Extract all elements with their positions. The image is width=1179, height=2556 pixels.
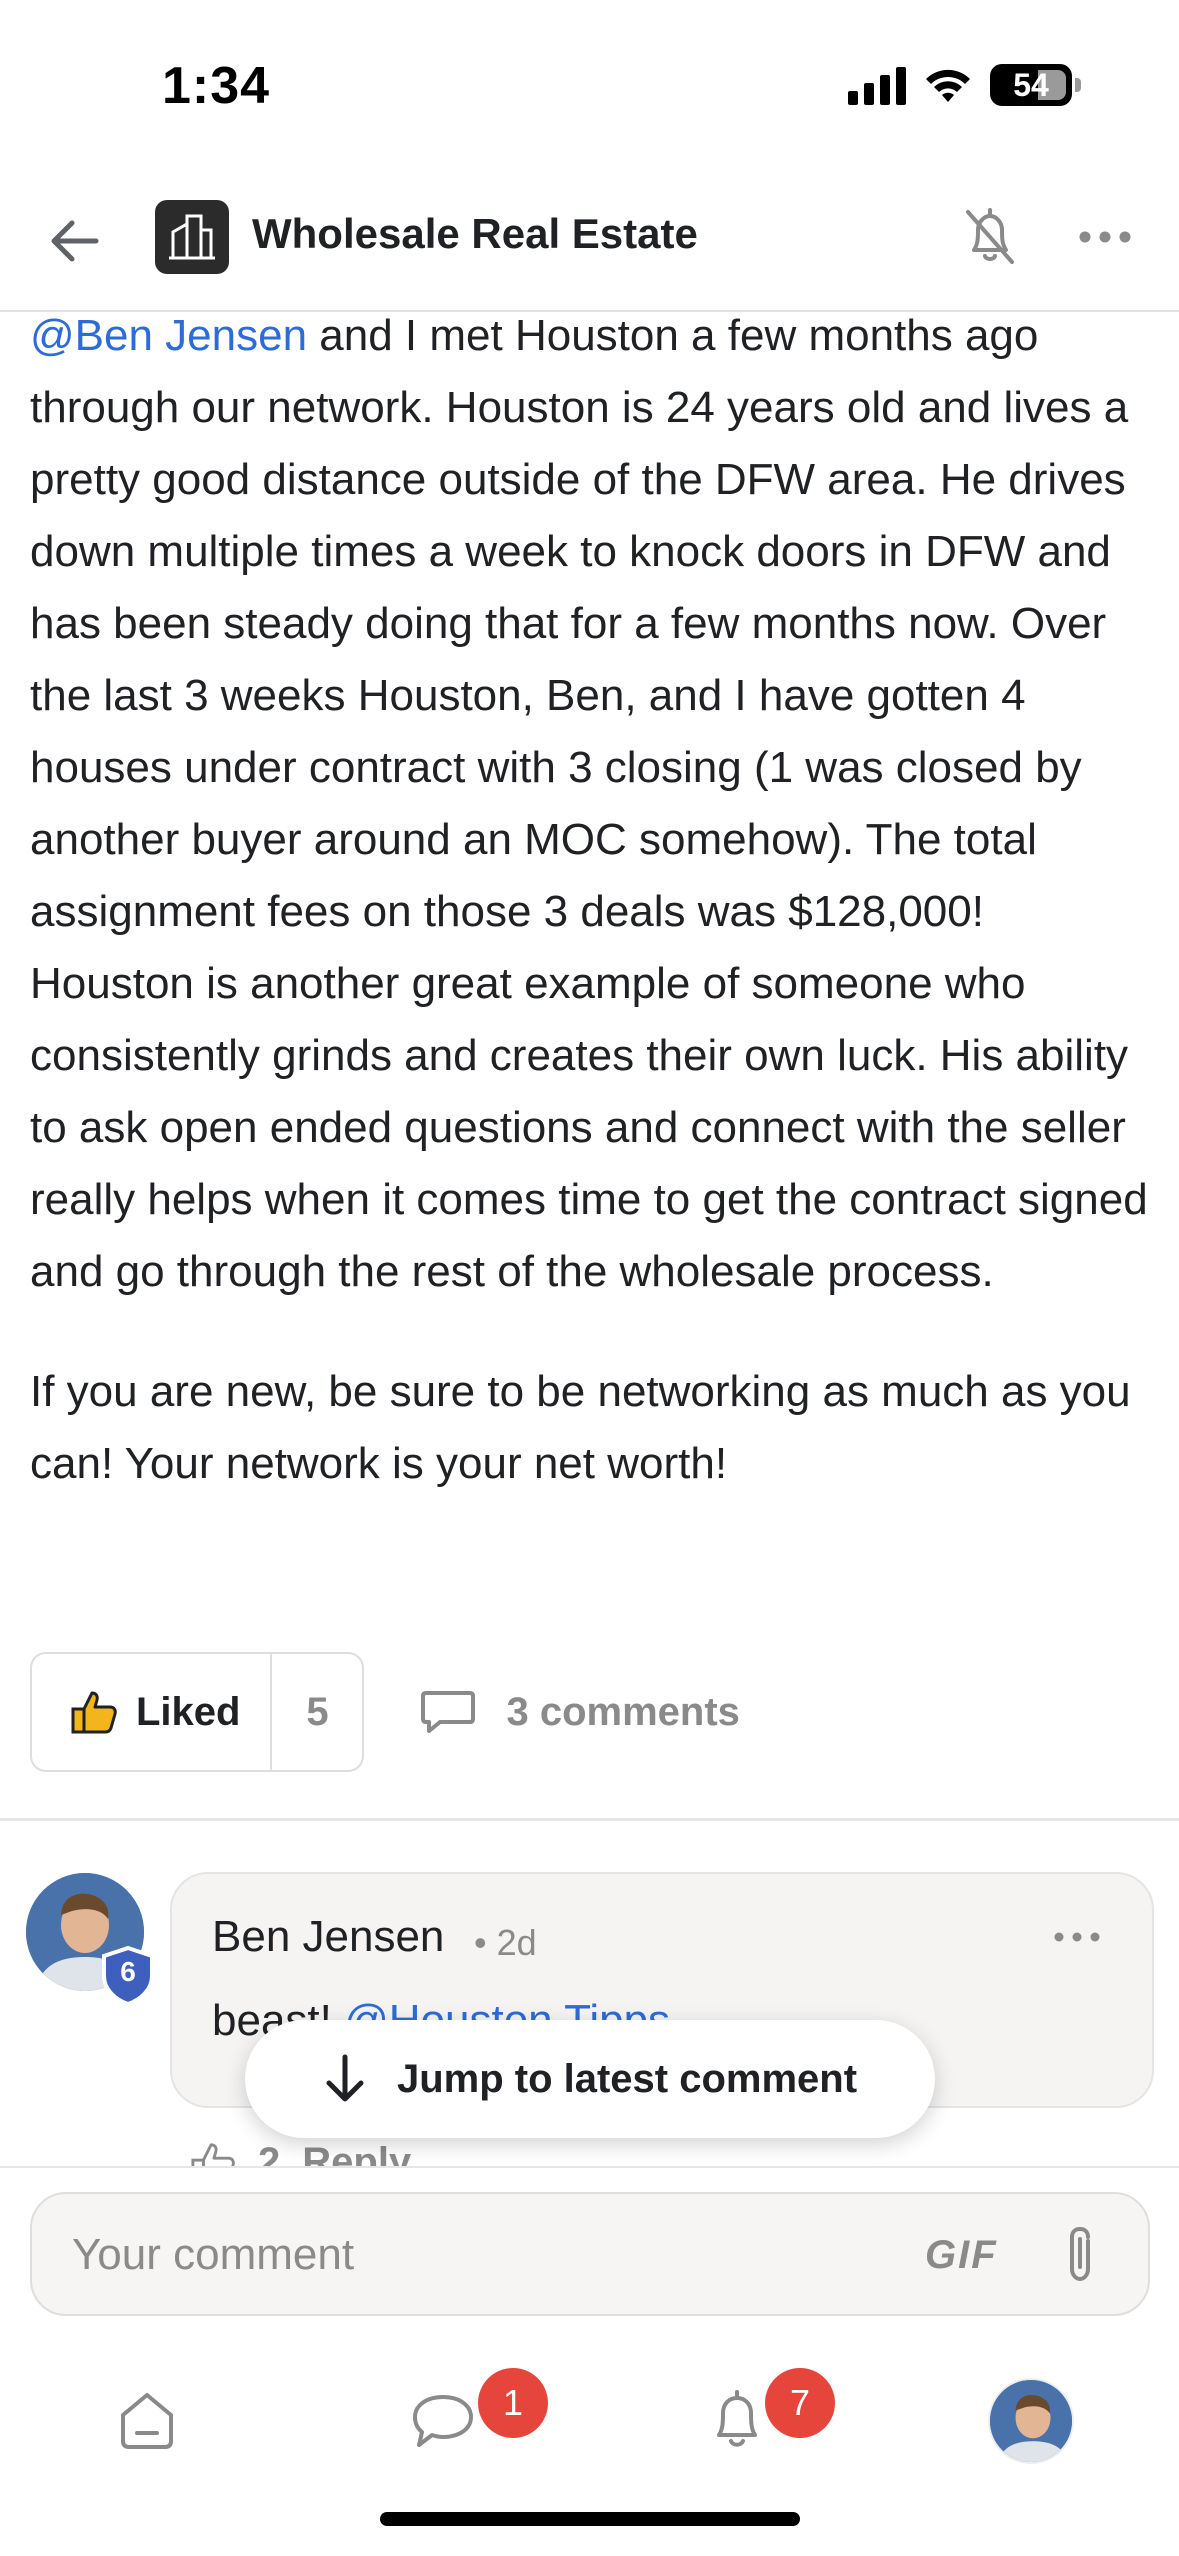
level-badge: 6 bbox=[100, 1945, 156, 2007]
back-button[interactable] bbox=[40, 206, 110, 276]
avatar bbox=[988, 2378, 1074, 2464]
post-paragraph: @Ben Jensen and I met Houston a few mont… bbox=[30, 300, 1160, 1308]
comments-count-label: 3 comments bbox=[506, 1689, 740, 1734]
status-time: 1:34 bbox=[162, 57, 271, 115]
mention-link[interactable]: @Ben Jensen bbox=[30, 311, 307, 360]
chat-badge: 1 bbox=[478, 2368, 548, 2438]
bell-off-icon bbox=[966, 208, 1014, 264]
top-app-bar: Wholesale Real Estate bbox=[0, 170, 1179, 312]
wifi-icon bbox=[926, 69, 970, 102]
status-bar: 1:34 54 bbox=[0, 0, 1179, 170]
bell-icon bbox=[717, 2390, 757, 2447]
back-arrow-icon bbox=[51, 220, 99, 262]
divider bbox=[0, 1818, 1179, 1821]
comment-composer: GIF bbox=[30, 2192, 1150, 2316]
like-button[interactable]: Liked bbox=[32, 1654, 273, 1770]
group-logo[interactable] bbox=[155, 200, 229, 274]
nav-profile[interactable] bbox=[976, 2366, 1086, 2476]
arrow-down-icon bbox=[326, 2054, 364, 2102]
more-options-button[interactable] bbox=[1070, 202, 1140, 272]
gif-button[interactable]: GIF bbox=[925, 2230, 998, 2280]
level-number: 6 bbox=[120, 1956, 136, 1987]
group-title[interactable]: Wholesale Real Estate bbox=[252, 210, 698, 258]
notifications-badge: 7 bbox=[765, 2368, 835, 2438]
nav-chat[interactable] bbox=[388, 2366, 498, 2476]
post-text: and I met Houston a few months ago throu… bbox=[30, 311, 1148, 1296]
post-actions: Liked 5 3 comments bbox=[30, 1652, 740, 1772]
avatar-photo bbox=[990, 2380, 1072, 2462]
chat-icon bbox=[413, 2395, 473, 2447]
comment-composer-bar: GIF bbox=[0, 2166, 1179, 2336]
nav-home[interactable] bbox=[92, 2366, 202, 2476]
comment-author[interactable]: Ben Jensen bbox=[212, 1912, 444, 1962]
like-count-button[interactable]: 5 bbox=[272, 1654, 362, 1770]
gif-label: GIF bbox=[925, 2232, 998, 2277]
comment-time: • 2d bbox=[474, 1922, 537, 1963]
battery-percent: 54 bbox=[1013, 66, 1049, 103]
comments-button[interactable]: 3 comments bbox=[420, 1689, 740, 1735]
jump-to-latest-comment-button[interactable]: Jump to latest comment bbox=[245, 2020, 935, 2138]
post-paragraph: If you are new, be sure to be networking… bbox=[30, 1367, 1131, 1488]
battery-icon: 54 bbox=[990, 64, 1072, 106]
attach-button[interactable] bbox=[1050, 2222, 1110, 2290]
like-label: Liked bbox=[136, 1689, 241, 1734]
jump-label: Jump to latest comment bbox=[396, 2056, 858, 2101]
home-icon bbox=[121, 2393, 173, 2449]
more-horizontal-icon bbox=[1079, 231, 1131, 243]
home-indicator[interactable] bbox=[380, 2512, 800, 2526]
like-group: Liked 5 bbox=[30, 1652, 365, 1772]
comment-bubble-icon bbox=[421, 1691, 476, 1733]
more-horizontal-icon bbox=[1054, 1932, 1100, 1942]
paperclip-icon bbox=[1070, 2226, 1090, 2282]
post-body: @Ben Jensen and I met Houston a few mont… bbox=[30, 300, 1160, 1548]
status-icons: 54 bbox=[848, 64, 1081, 106]
thumbs-up-icon bbox=[71, 1691, 117, 1734]
building-logo-icon bbox=[169, 214, 215, 260]
comment-input[interactable] bbox=[72, 2220, 872, 2290]
comment-more-button[interactable] bbox=[1042, 1912, 1112, 1962]
cellular-signal-icon bbox=[848, 65, 906, 105]
mute-notifications-button[interactable] bbox=[955, 202, 1025, 272]
